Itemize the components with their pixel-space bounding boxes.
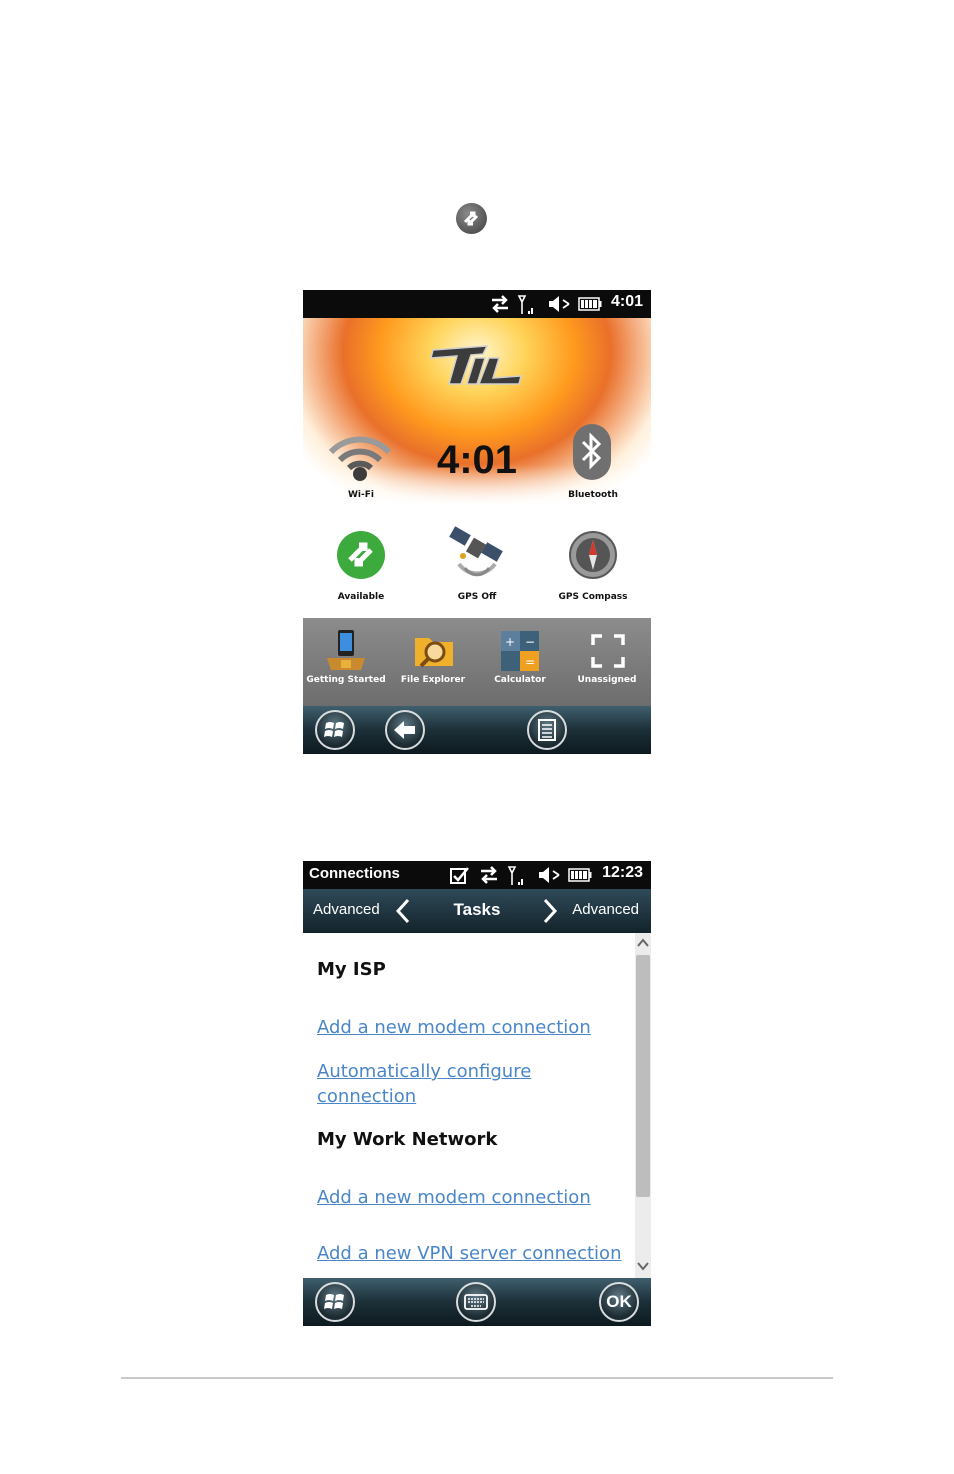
getting-started-button[interactable] xyxy=(325,628,367,672)
ok-button[interactable]: OK xyxy=(599,1282,639,1322)
gps-off-label: GPS Off xyxy=(457,592,497,602)
section-title: My Work Network xyxy=(317,1129,498,1150)
keyboard-icon xyxy=(464,1294,488,1310)
scroll-thumb[interactable] xyxy=(636,955,650,1197)
unassigned-button[interactable] xyxy=(591,634,625,668)
checkbox-icon xyxy=(450,867,469,884)
bluetooth-tile[interactable] xyxy=(569,422,617,484)
sync-available-icon xyxy=(337,531,385,579)
menu-icon xyxy=(538,719,556,741)
tab-navigation: Advanced Tasks Advanced xyxy=(303,889,651,933)
windows-start-icon xyxy=(324,1294,344,1309)
back-button[interactable] xyxy=(385,710,425,750)
auto-configure-link[interactable]: Automatically configure connection xyxy=(317,1059,629,1109)
data-transfer-icon xyxy=(481,866,497,884)
data-transfer-icon xyxy=(492,295,508,313)
add-modem-connection-link[interactable]: Add a new modem connection xyxy=(317,1185,629,1210)
satellite-icon xyxy=(449,526,503,577)
compass-icon xyxy=(569,531,617,579)
status-bar: 4:01 xyxy=(303,290,651,318)
start-button[interactable] xyxy=(315,1282,355,1322)
connections-screen: Connections 12:23 Advanced Tasks Advance… xyxy=(303,861,651,1326)
add-vpn-connection-link[interactable]: Add a new VPN server connection xyxy=(317,1241,629,1266)
signal-icon xyxy=(517,295,533,314)
status-bar: Connections 12:23 xyxy=(303,861,651,889)
back-arrow-icon xyxy=(394,721,415,739)
battery-icon xyxy=(568,868,592,882)
unassigned-label: Unassigned xyxy=(577,675,637,685)
menu-button[interactable] xyxy=(527,710,567,750)
status-time: 4:01 xyxy=(610,293,643,310)
file-explorer-icon xyxy=(415,638,453,668)
chevron-right-icon[interactable] xyxy=(542,898,558,924)
start-button[interactable] xyxy=(315,710,355,750)
today-screen: 4:01 4:01 Wi-Fi Bluetooth Available GPS … xyxy=(303,290,651,754)
svg-text:+: + xyxy=(505,635,515,649)
svg-text:=: = xyxy=(525,655,535,669)
bluetooth-label: Bluetooth xyxy=(568,490,618,500)
brand-logo xyxy=(430,345,522,385)
wifi-icon xyxy=(328,436,392,481)
calculator-button[interactable]: + − = xyxy=(500,630,540,672)
scroll-up-icon[interactable] xyxy=(636,935,650,951)
speaker-muted-icon xyxy=(539,867,560,883)
footer-divider xyxy=(121,1377,833,1379)
app-title: Connections xyxy=(309,865,400,882)
file-explorer-button[interactable] xyxy=(413,630,455,672)
sync-available-tile[interactable] xyxy=(336,530,386,580)
speaker-muted-icon xyxy=(549,296,570,312)
unassigned-icon xyxy=(591,634,625,668)
tab-advanced-right[interactable]: Advanced xyxy=(572,901,639,918)
quick-launch-bar: Getting Started File Explorer + − = Calc… xyxy=(303,618,651,706)
add-modem-connection-link[interactable]: Add a new modem connection xyxy=(317,1015,629,1040)
compass-tile[interactable] xyxy=(568,530,618,580)
battery-icon xyxy=(578,297,602,311)
gps-compass-label: GPS Compass xyxy=(558,592,628,602)
scroll-down-icon[interactable] xyxy=(636,1258,650,1274)
getting-started-icon xyxy=(327,630,365,670)
bluetooth-icon xyxy=(573,424,611,480)
keyboard-button[interactable] xyxy=(456,1282,496,1322)
taskbar: OK xyxy=(303,1278,651,1326)
taskbar xyxy=(303,706,651,754)
gps-tile[interactable] xyxy=(447,526,507,584)
wifi-label: Wi-Fi xyxy=(348,490,374,500)
section-title: My ISP xyxy=(317,959,386,980)
scrollbar[interactable] xyxy=(635,933,651,1278)
calculator-icon: + − = xyxy=(501,631,539,671)
signal-icon xyxy=(507,866,523,885)
svg-text:−: − xyxy=(525,635,535,649)
tasks-list: My ISP Add a new modem connection Automa… xyxy=(303,933,635,1278)
status-time: 12:23 xyxy=(602,864,643,881)
windows-start-icon xyxy=(324,722,344,737)
sync-status-icon xyxy=(456,203,487,234)
available-label: Available xyxy=(337,592,385,602)
